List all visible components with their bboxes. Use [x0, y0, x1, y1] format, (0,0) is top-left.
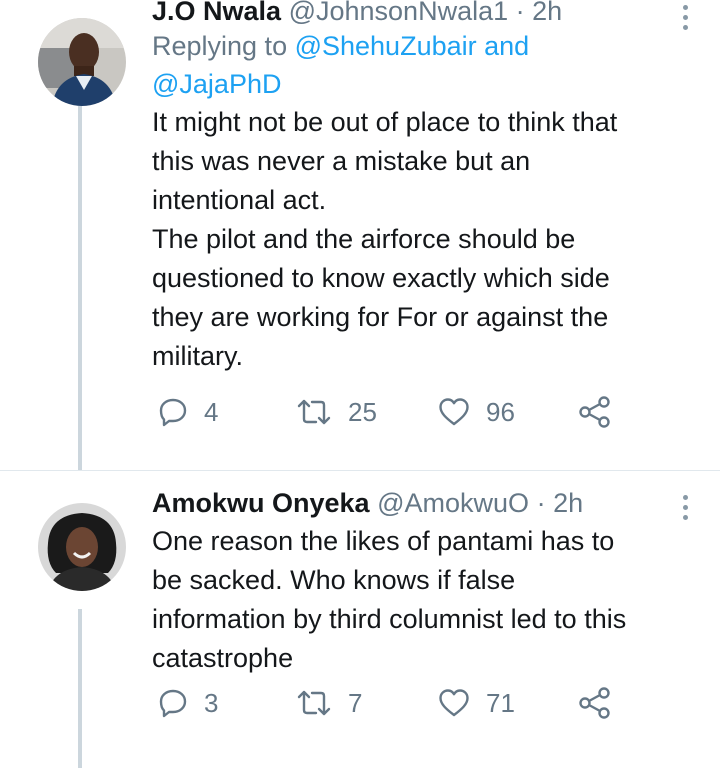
replying-to: Replying to @ShehuZubair and @JajaPhD	[152, 27, 700, 103]
avatar[interactable]	[38, 18, 126, 106]
like-button[interactable]: 96	[438, 397, 515, 428]
tweet-body: Amokwu Onyeka @AmokwuO · 2h One reason t…	[152, 487, 700, 678]
reply-count: 4	[204, 396, 219, 427]
tweet-body: J.O Nwala @JohnsonNwala1 · 2h Replying t…	[152, 0, 700, 376]
tweet-1[interactable]: J.O Nwala @JohnsonNwala1 · 2h Replying t…	[0, 0, 720, 470]
replying-to-label: Replying to	[152, 31, 295, 61]
retweet-button[interactable]: 25	[296, 397, 377, 428]
reply-icon	[159, 398, 187, 427]
share-icon	[579, 396, 610, 428]
thread-line	[78, 106, 82, 470]
more-options-icon[interactable]	[680, 5, 690, 30]
mention-link[interactable]: @JajaPhD	[152, 69, 281, 99]
tweet-text: One reason the likes of pantami has to b…	[152, 526, 627, 673]
tweet-header: Amokwu Onyeka @AmokwuO · 2h	[152, 487, 700, 519]
retweet-button[interactable]: 7	[296, 688, 362, 719]
user-handle[interactable]: @AmokwuO	[377, 488, 529, 518]
like-count: 96	[486, 396, 515, 427]
mention-conjunction[interactable]: and	[477, 31, 529, 61]
heart-icon	[439, 689, 469, 717]
mention-link[interactable]: @ShehuZubair	[295, 31, 477, 61]
like-button[interactable]: 71	[438, 688, 515, 719]
tweet-header: J.O Nwala @JohnsonNwala1 · 2h	[152, 0, 700, 27]
thread-line	[78, 609, 82, 768]
share-button[interactable]	[578, 396, 612, 428]
retweet-icon	[297, 399, 331, 425]
user-handle[interactable]: @JohnsonNwala1	[289, 0, 509, 26]
display-name[interactable]: J.O Nwala	[152, 0, 281, 26]
reply-button[interactable]: 3	[158, 688, 218, 719]
reply-count: 3	[204, 687, 219, 718]
heart-icon	[439, 398, 469, 426]
share-icon	[579, 687, 610, 719]
like-count: 71	[486, 687, 515, 718]
reply-button[interactable]: 4	[158, 397, 218, 428]
tweet-text: It might not be out of place to think th…	[152, 107, 618, 371]
retweet-count: 7	[348, 687, 363, 718]
display-name[interactable]: Amokwu Onyeka	[152, 488, 370, 518]
separator: ·	[536, 488, 546, 518]
retweet-icon	[297, 690, 331, 716]
more-options-icon[interactable]	[680, 495, 690, 520]
avatar[interactable]	[38, 503, 126, 591]
timestamp[interactable]: 2h	[553, 488, 583, 518]
reply-icon	[159, 689, 187, 718]
retweet-count: 25	[348, 396, 377, 427]
timestamp[interactable]: 2h	[532, 0, 562, 26]
tweet-2[interactable]: Amokwu Onyeka @AmokwuO · 2h One reason t…	[0, 471, 720, 768]
share-button[interactable]	[578, 687, 612, 719]
separator: ·	[515, 0, 525, 26]
